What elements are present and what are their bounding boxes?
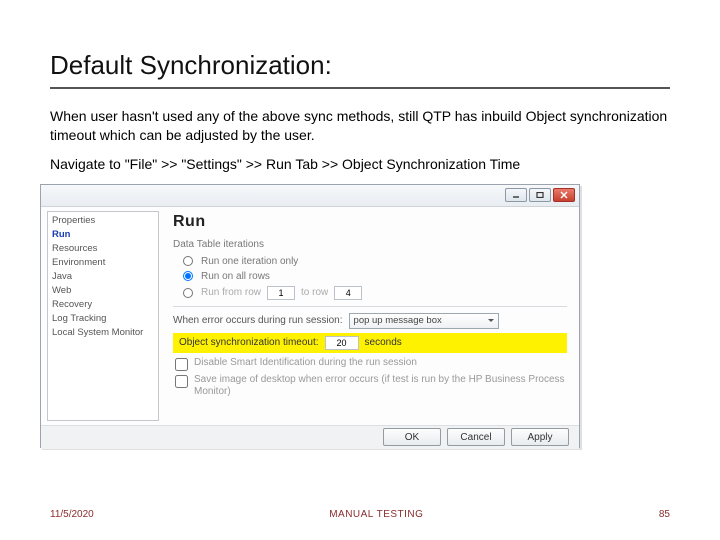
radio-all-rows-input[interactable]	[183, 271, 193, 281]
to-row-label: to row	[301, 287, 328, 298]
radio-from-row-label: Run from row	[201, 287, 261, 298]
body-line-2: Navigate to "File" >> "Settings" >> Run …	[50, 155, 670, 174]
titlebar	[41, 185, 579, 207]
apply-button[interactable]: Apply	[511, 428, 569, 446]
disable-smart-id-label: Disable Smart Identification during the …	[194, 357, 417, 369]
settings-sidebar: Properties Run Resources Environment Jav…	[47, 211, 159, 421]
radio-all-rows-label: Run on all rows	[201, 271, 270, 282]
sidebar-item-recovery[interactable]: Recovery	[52, 298, 154, 312]
cancel-button[interactable]: Cancel	[447, 428, 505, 446]
footer-page: 85	[659, 509, 670, 520]
panel-heading: Run	[173, 213, 567, 231]
sync-timeout-input[interactable]	[325, 336, 359, 350]
error-label: When error occurs during run session:	[173, 315, 343, 326]
sidebar-item-local-system-monitor[interactable]: Local System Monitor	[52, 326, 154, 340]
sidebar-item-java[interactable]: Java	[52, 270, 154, 284]
title-underline	[50, 87, 670, 89]
save-image-checkbox[interactable]	[175, 375, 188, 388]
sidebar-item-run[interactable]: Run	[52, 228, 154, 242]
to-row-input[interactable]	[334, 286, 362, 300]
minimize-button[interactable]	[505, 188, 527, 202]
save-image-row[interactable]: Save image of desktop when error occurs …	[175, 374, 567, 398]
footer-center: MANUAL TESTING	[94, 509, 659, 520]
error-action-value: pop up message box	[354, 315, 442, 326]
sidebar-item-web[interactable]: Web	[52, 284, 154, 298]
footer-date: 11/5/2020	[50, 509, 94, 520]
iterations-group-label: Data Table iterations	[173, 239, 567, 250]
sidebar-item-resources[interactable]: Resources	[52, 242, 154, 256]
radio-one-iteration-input[interactable]	[183, 256, 193, 266]
radio-all-rows[interactable]: Run on all rows	[173, 271, 567, 282]
radio-one-iteration[interactable]: Run one iteration only	[173, 256, 567, 267]
radio-one-iteration-label: Run one iteration only	[201, 256, 298, 267]
slide-title: Default Synchronization:	[50, 50, 670, 81]
body-line-1: When user hasn't used any of the above s…	[50, 107, 670, 145]
disable-smart-id-checkbox[interactable]	[175, 358, 188, 371]
disable-smart-id-row[interactable]: Disable Smart Identification during the …	[175, 357, 567, 371]
separator	[173, 306, 567, 307]
close-button[interactable]	[553, 188, 575, 202]
sync-timeout-row: Object synchronization timeout: seconds	[173, 333, 567, 353]
radio-from-row-input[interactable]	[183, 288, 193, 298]
sidebar-item-log-tracking[interactable]: Log Tracking	[52, 312, 154, 326]
dialog-button-bar: OK Cancel Apply	[41, 425, 579, 449]
sidebar-item-environment[interactable]: Environment	[52, 256, 154, 270]
slide-footer: 11/5/2020 MANUAL TESTING 85	[50, 509, 670, 520]
from-row-input[interactable]	[267, 286, 295, 300]
dialog-screenshot: Properties Run Resources Environment Jav…	[40, 184, 580, 454]
sidebar-item-properties[interactable]: Properties	[52, 214, 154, 228]
save-image-label: Save image of desktop when error occurs …	[194, 374, 567, 398]
ok-button[interactable]: OK	[383, 428, 441, 446]
sync-timeout-label: Object synchronization timeout:	[179, 337, 319, 348]
error-action-dropdown[interactable]: pop up message box	[349, 313, 499, 329]
maximize-button[interactable]	[529, 188, 551, 202]
radio-from-row[interactable]: Run from row to row	[173, 286, 567, 300]
sync-timeout-unit: seconds	[365, 337, 402, 348]
